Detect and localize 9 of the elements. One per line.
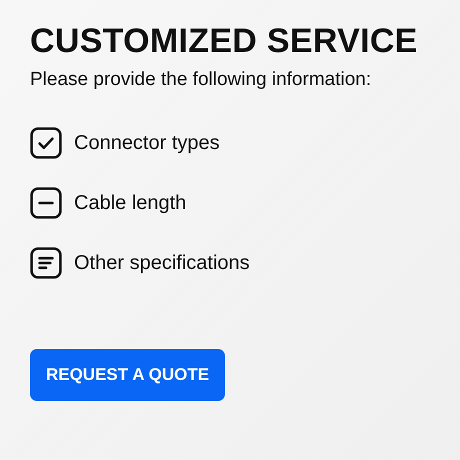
check-icon xyxy=(30,127,62,159)
item-label: Cable length xyxy=(74,192,186,214)
item-label: Other specifications xyxy=(74,252,250,274)
lines-icon xyxy=(30,247,62,279)
minus-icon xyxy=(30,187,62,219)
subtitle: Please provide the following information: xyxy=(30,69,372,91)
item-label: Connector types xyxy=(74,132,220,154)
request-quote-button[interactable]: REQUEST A QUOTE xyxy=(30,349,225,401)
page-title: CUSTOMIZED SERVICE xyxy=(30,22,419,61)
